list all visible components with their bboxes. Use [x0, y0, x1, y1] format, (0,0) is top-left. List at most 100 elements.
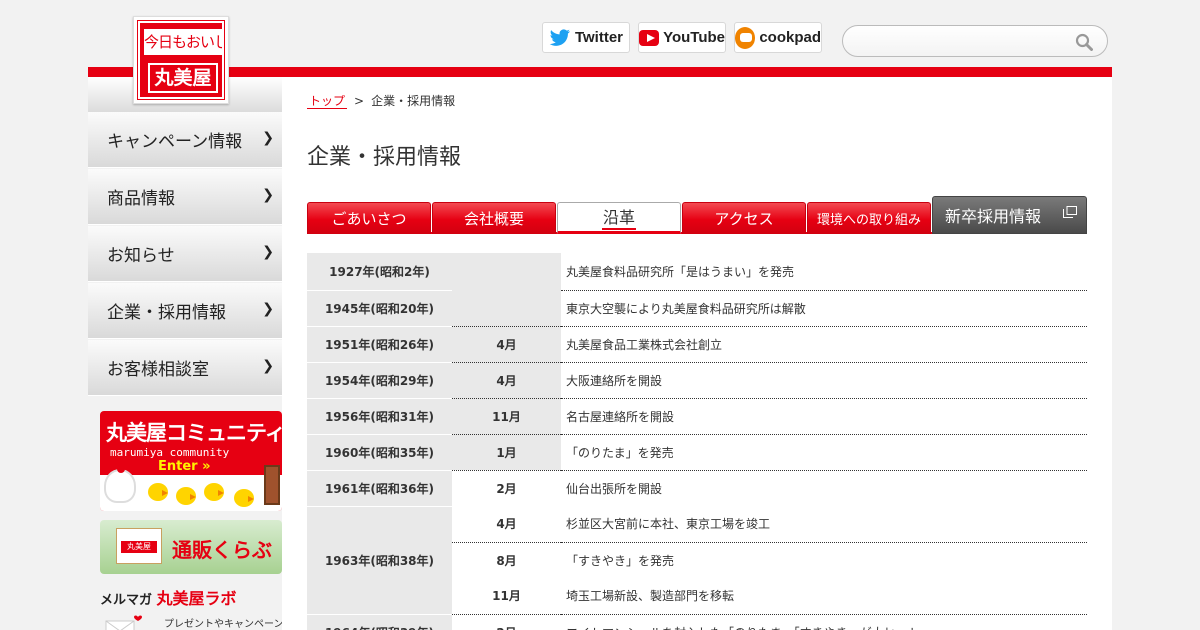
- cookpad-link[interactable]: cookpad: [734, 22, 822, 53]
- breadcrumb: トップ > 企業・採用情報: [307, 92, 455, 109]
- youtube-label: YouTube: [663, 29, 725, 46]
- history-row: 1954年(昭和29年) 4月 大阪連絡所を開設: [307, 362, 1087, 399]
- logo-brand-name: 丸美屋: [148, 63, 218, 93]
- mailmag-name: 丸美屋ラボ: [156, 589, 237, 608]
- history-year: 1951年(昭和26年): [307, 326, 452, 363]
- history-row: 1963年(昭和38年) 4月 杉並区大宮前に本社、東京工場を竣工: [307, 506, 1087, 615]
- gift-box-label: 丸美屋: [121, 541, 157, 553]
- history-month: 2月: [452, 470, 561, 506]
- sidebar-item-campaign[interactable]: キャンペーン情報 ❯: [88, 112, 282, 168]
- shop-club-banner[interactable]: 丸美屋 通販くらぶ: [100, 520, 282, 574]
- chevron-right-icon: ❯: [262, 130, 274, 146]
- chevron-right-icon: ❯: [262, 244, 274, 260]
- sidebar-item-label: お客様相談室: [107, 360, 209, 380]
- history-month: [452, 290, 561, 327]
- history-event: 埼玉工場新設、製造部門を移転: [561, 578, 1087, 615]
- twitter-label: Twitter: [574, 29, 624, 46]
- history-month: [452, 253, 561, 290]
- history-year: 1927年(昭和2年): [307, 253, 452, 291]
- history-month: 4月: [452, 326, 561, 363]
- breadcrumb-home-link[interactable]: トップ: [307, 94, 348, 109]
- tab-label: 環境への取り組み: [816, 213, 921, 228]
- cookpad-icon: [735, 26, 756, 49]
- page-title: 企業・採用情報: [307, 145, 462, 170]
- chick-illustration-icon: [176, 487, 196, 505]
- history-row: 1960年(昭和35年) 1月 「のりたま」を発売: [307, 434, 1087, 471]
- search-icon[interactable]: [1075, 33, 1093, 51]
- section-tabs: ごあいさつ 会社概要 沿革 アクセス 環境への取り組み 新卒採用情報: [307, 196, 1087, 234]
- history-row: 1945年(昭和20年) 東京大空襲により丸美屋食料品研究所は解散: [307, 290, 1087, 327]
- site-logo[interactable]: 今日もおいしく 丸美屋: [133, 16, 229, 104]
- history-month: 11月: [452, 578, 561, 615]
- search-input[interactable]: [857, 32, 1067, 52]
- history-year: 1963年(昭和38年): [307, 506, 452, 615]
- chick-illustration-icon: [148, 483, 168, 501]
- history-row: 1956年(昭和31年) 11月 名古屋連絡所を開設: [307, 398, 1087, 435]
- mailmag-note: プレゼントやキャンペーン: [164, 619, 284, 630]
- tab-environment[interactable]: 環境への取り組み: [807, 202, 931, 234]
- mailmag-heading[interactable]: メルマガ 丸美屋ラボ: [100, 585, 237, 609]
- tab-history[interactable]: 沿革: [557, 202, 681, 234]
- tab-label: 沿革: [601, 204, 636, 230]
- sidebar-item-label: お知らせ: [107, 246, 175, 266]
- sidebar-item-support[interactable]: お客様相談室 ❯: [88, 340, 282, 396]
- history-row: 1961年(昭和36年) 2月 仙台出張所を開設: [307, 470, 1087, 507]
- history-year: 1964年(昭和39年): [307, 614, 452, 630]
- history-month: 4月: [452, 506, 561, 543]
- history-event: エイトマンシールを封入した「のりたま」「すきやき」が大ヒット: [561, 614, 1087, 630]
- history-year: 1945年(昭和20年): [307, 290, 452, 327]
- community-banner[interactable]: 丸美屋コミュニティ marumiya community Enter »: [100, 411, 282, 511]
- tab-new-graduate-recruiting[interactable]: 新卒採用情報: [932, 196, 1087, 234]
- community-title: 丸美屋コミュニティ: [106, 421, 282, 445]
- tab-access[interactable]: アクセス: [682, 202, 806, 234]
- history-month: 4月: [452, 362, 561, 399]
- external-window-icon: [1063, 206, 1077, 218]
- history-event: 丸美屋食料品研究所「是はうまい」を発売: [561, 253, 1087, 291]
- history-year: 1961年(昭和36年): [307, 470, 452, 507]
- tab-label: 新卒採用情報: [945, 207, 1042, 226]
- header-red-bar: [88, 67, 1112, 77]
- door-illustration-icon: [264, 465, 280, 505]
- main-content: トップ > 企業・採用情報 企業・採用情報 ごあいさつ 会社概要 沿革 アクセス 環…: [282, 77, 1112, 630]
- community-enter: Enter »: [158, 459, 211, 474]
- sidebar-item-label: 企業・採用情報: [107, 303, 226, 323]
- sidebar-item-news[interactable]: お知らせ ❯: [88, 226, 282, 282]
- history-table: 1927年(昭和2年) 丸美屋食料品研究所「是はうまい」を発売 1945年(昭和…: [307, 253, 1087, 630]
- history-row: 1927年(昭和2年) 丸美屋食料品研究所「是はうまい」を発売: [307, 253, 1087, 291]
- history-year: 1954年(昭和29年): [307, 362, 452, 399]
- sidebar: キャンペーン情報 ❯ 商品情報 ❯ お知らせ ❯ 企業・採用情報 ❯ お客様相談…: [88, 77, 284, 630]
- mailmag-prefix: メルマガ: [100, 593, 153, 608]
- tab-label: 会社概要: [463, 210, 524, 228]
- site-search: [842, 25, 1108, 57]
- chevron-right-icon: ❯: [262, 187, 274, 203]
- community-subtitle: marumiya community: [110, 446, 230, 459]
- sidebar-item-products[interactable]: 商品情報 ❯: [88, 169, 282, 225]
- twitter-link[interactable]: Twitter: [542, 22, 630, 53]
- history-event: 大阪連絡所を開設: [561, 362, 1087, 399]
- tab-greeting[interactable]: ごあいさつ: [307, 202, 431, 234]
- twitter-icon: [549, 28, 570, 46]
- gift-box-icon: 丸美屋: [116, 528, 162, 564]
- shop-club-title: 通販くらぶ: [172, 538, 272, 562]
- sidebar-item-label: キャンペーン情報: [107, 132, 243, 152]
- tab-label: アクセス: [714, 210, 774, 228]
- cookpad-label: cookpad: [759, 29, 821, 46]
- history-event: 仙台出張所を開設: [566, 481, 663, 496]
- sidebar-item-company[interactable]: 企業・採用情報 ❯: [88, 283, 282, 339]
- logo-tagline: 今日もおいしく: [144, 29, 222, 55]
- history-year: 1956年(昭和31年): [307, 398, 452, 435]
- tab-label: ごあいさつ: [331, 210, 407, 228]
- history-event: 「のりたま」を発売: [561, 434, 1087, 471]
- youtube-link[interactable]: YouTube: [638, 22, 726, 53]
- envelope-hearts-icon: [105, 615, 142, 630]
- chick-illustration-icon: [234, 489, 254, 507]
- sidebar-item-label: 商品情報: [107, 189, 175, 209]
- breadcrumb-separator: >: [354, 94, 365, 108]
- history-month: 8月: [452, 542, 561, 578]
- history-event: 名古屋連絡所を開設: [561, 398, 1087, 435]
- history-row: 1964年(昭和39年) 2月 エイトマンシールを封入した「のりたま」「すきやき…: [307, 614, 1087, 630]
- tab-company-profile[interactable]: 会社概要: [432, 202, 556, 234]
- history-event: 東京大空襲により丸美屋食料品研究所は解散: [561, 290, 1087, 327]
- history-month: 2月: [452, 614, 561, 630]
- history-year: 1960年(昭和35年): [307, 434, 452, 471]
